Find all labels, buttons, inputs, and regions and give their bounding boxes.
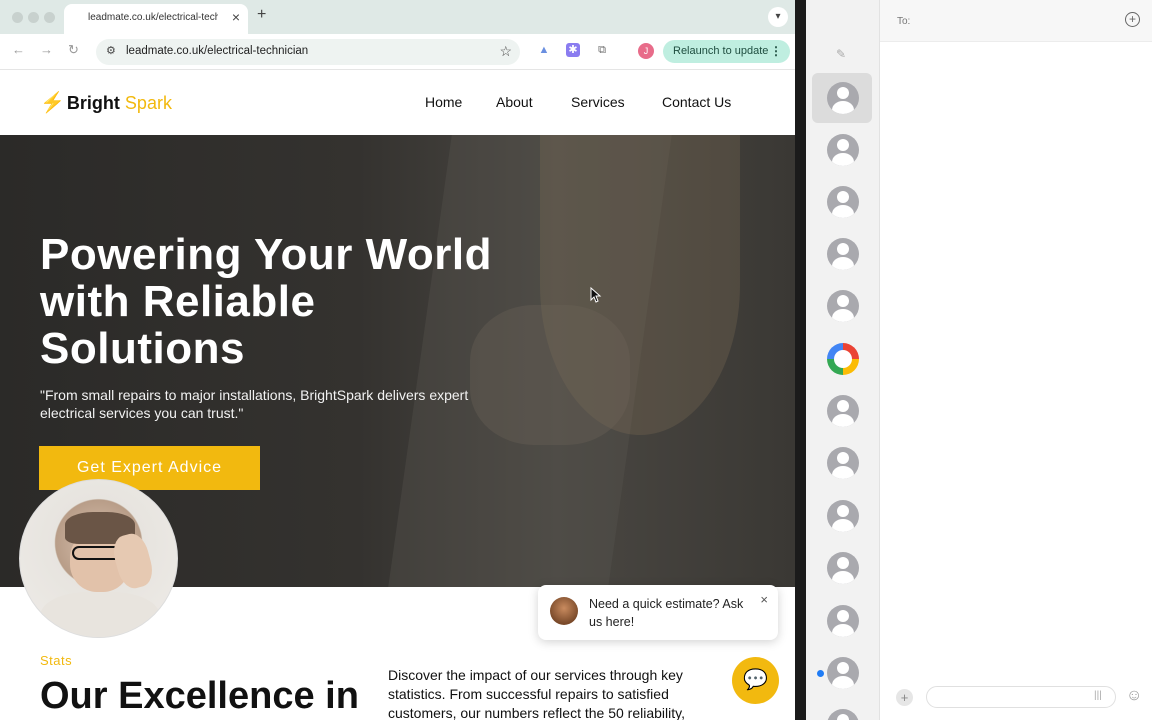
chat-close-icon[interactable]: × (760, 592, 768, 607)
message-compose-bar: + ||| ☺ (880, 680, 1152, 720)
screen: leadmate.co.uk/electrical-technician × +… (0, 0, 1152, 720)
conversation-item[interactable] (812, 438, 872, 488)
tab-title: leadmate.co.uk/electrical-technician (88, 12, 218, 23)
chat-bubble-icon: 💬 (743, 669, 768, 691)
hero-subtitle: "From small repairs to major installatio… (40, 387, 469, 421)
extensions-puzzle-icon[interactable]: ⧉ (595, 43, 609, 57)
to-label: To: (897, 16, 911, 27)
bookmark-star-icon[interactable]: ☆ (499, 43, 512, 60)
hero-title: Powering Your World with Reliable Soluti… (40, 230, 492, 373)
conversation-item[interactable] (812, 596, 872, 646)
forward-arrow-icon[interactable]: → (40, 42, 53, 57)
unread-indicator (817, 670, 824, 677)
person-icon (827, 709, 859, 720)
person-icon (827, 134, 859, 166)
conversation-item[interactable] (812, 73, 872, 123)
emoji-icon[interactable]: ☺ (1126, 687, 1142, 705)
logo-accent-text: Spark (124, 93, 172, 113)
person-icon (827, 82, 859, 114)
chat-agent-avatar (550, 597, 578, 625)
address-bar[interactable]: ⚙ leadmate.co.uk/electrical-technician ☆ (96, 39, 520, 65)
person-icon (827, 605, 859, 637)
site-header: ⚡ Bright Spark Home About Services Contac… (0, 70, 795, 135)
close-window-button[interactable] (12, 12, 23, 23)
conversation-item[interactable] (812, 281, 872, 331)
minimize-window-button[interactable] (28, 12, 39, 23)
nav-contact-link[interactable]: Contact Us (662, 94, 731, 110)
profile-avatar[interactable]: J (638, 43, 654, 59)
relaunch-update-button[interactable]: Relaunch to update ⋮ (663, 40, 790, 63)
conversation-list: ✎ (806, 0, 880, 720)
person-icon (827, 500, 859, 532)
conversation-item[interactable] (812, 177, 872, 227)
person-icon (827, 290, 859, 322)
logo-text: Bright (66, 93, 120, 113)
tab-search-chevron-icon[interactable]: ▾ (768, 7, 788, 27)
person-icon (827, 186, 859, 218)
new-message-header: To: + (880, 0, 1152, 42)
extension-gear-icon[interactable]: ✱ (566, 43, 580, 57)
person-icon (827, 238, 859, 270)
close-tab-icon[interactable]: × (232, 9, 240, 25)
browser-menu-icon[interactable]: ⋮ (770, 40, 782, 63)
reload-icon[interactable]: ↻ (68, 42, 79, 58)
conversation-item[interactable] (812, 229, 872, 279)
apps-plus-icon[interactable]: + (896, 689, 913, 706)
stats-description: Discover the impact of our services thro… (388, 667, 685, 720)
conversation-item[interactable] (812, 125, 872, 175)
window-divider (795, 0, 806, 720)
chat-prompt-text: Need a quick estimate? Ask us here! (589, 597, 744, 629)
person-icon (827, 657, 859, 689)
maximize-window-button[interactable] (44, 12, 55, 23)
mouse-cursor-icon (590, 287, 602, 303)
chat-open-button[interactable]: 💬 (732, 657, 779, 704)
stats-title: Our Excellence in (40, 675, 359, 717)
site-logo[interactable]: ⚡ Bright Spark (40, 90, 172, 115)
audio-waveform-icon[interactable]: ||| (1094, 690, 1102, 701)
back-arrow-icon[interactable]: ← (12, 42, 25, 57)
new-tab-icon[interactable]: + (257, 6, 266, 24)
url-text: leadmate.co.uk/electrical-technician (126, 45, 309, 57)
relaunch-label: Relaunch to update (673, 45, 769, 57)
conversation-item[interactable] (812, 491, 872, 541)
presenter-hoodie (40, 592, 160, 637)
site-settings-icon[interactable]: ⚙ (106, 44, 116, 57)
extension-arrow-icon[interactable]: ▲ (537, 43, 551, 57)
messages-window: ✎ To: + + ||| ☺ (806, 0, 1152, 720)
conversation-item[interactable] (812, 700, 872, 720)
person-icon (827, 395, 859, 427)
chat-prompt-bubble[interactable]: Need a quick estimate? Ask us here! × (538, 585, 778, 640)
nav-home-link[interactable]: Home (425, 94, 462, 110)
nav-about-link[interactable]: About (496, 94, 533, 110)
stats-label: Stats (40, 653, 73, 668)
google-icon (827, 343, 859, 375)
compose-icon[interactable]: ✎ (836, 47, 846, 61)
browser-tab-active[interactable]: leadmate.co.uk/electrical-technician × (64, 4, 248, 34)
conversation-item[interactable] (812, 334, 872, 384)
browser-window: leadmate.co.uk/electrical-technician × +… (0, 0, 795, 720)
lightning-bolt-icon: ⚡ (40, 92, 65, 114)
add-recipient-icon[interactable]: + (1125, 12, 1140, 27)
nav-services-link[interactable]: Services (571, 94, 625, 110)
person-icon (827, 552, 859, 584)
message-input[interactable] (926, 686, 1116, 708)
webcam-presenter-overlay (19, 479, 178, 638)
conversation-item[interactable] (812, 543, 872, 593)
conversation-item[interactable] (812, 386, 872, 436)
person-icon (827, 447, 859, 479)
tab-strip: leadmate.co.uk/electrical-technician × +… (0, 0, 795, 34)
